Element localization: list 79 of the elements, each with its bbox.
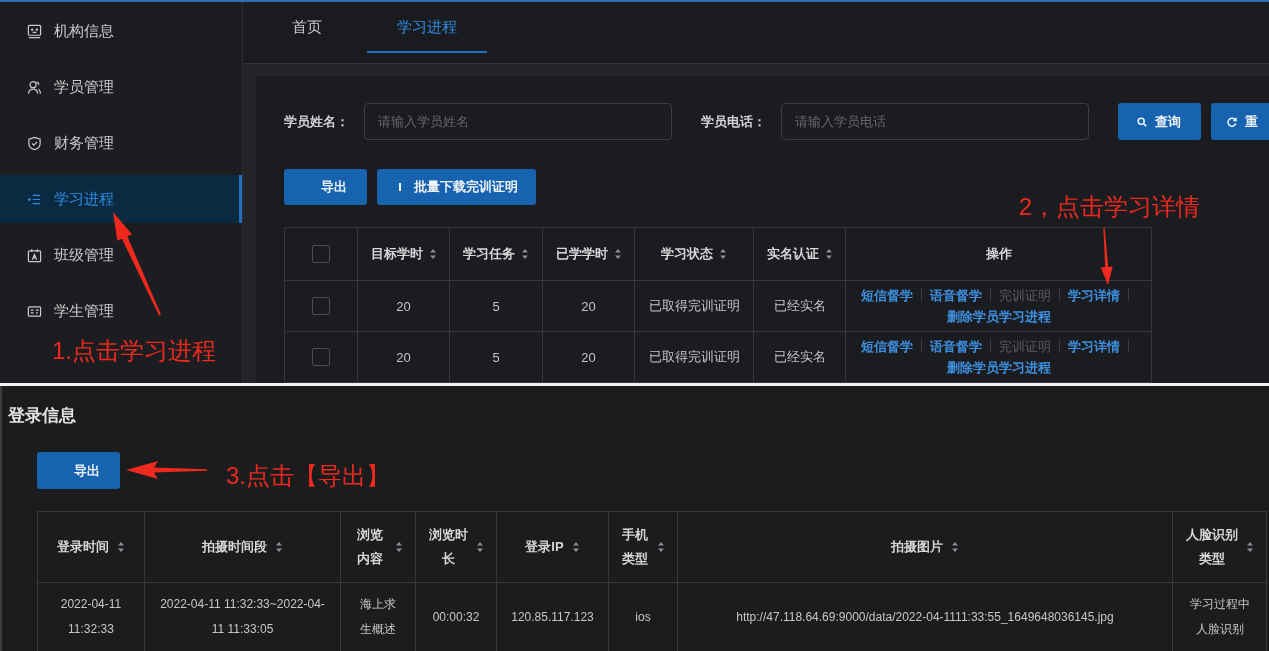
- checkbox[interactable]: [312, 245, 330, 263]
- table-cell: 20: [542, 331, 635, 383]
- export-button[interactable]: 导出: [37, 452, 120, 489]
- field-label: 学员电话：: [701, 112, 767, 131]
- section-title: 登录信息: [8, 405, 76, 427]
- window-icon: [27, 23, 42, 39]
- column-header: 浏览内容: [356, 526, 384, 568]
- action-link[interactable]: 语音督学: [929, 339, 982, 354]
- table-cell: 20: [357, 331, 450, 383]
- action-link[interactable]: 短信督学: [860, 339, 913, 354]
- tab[interactable]: 首页: [247, 2, 367, 53]
- sidebar-item[interactable]: 学生管理: [0, 287, 242, 335]
- input-field[interactable]: 请输入学员姓名: [364, 103, 672, 140]
- column-header: 手机类型: [621, 526, 649, 568]
- sort-icon[interactable]: [571, 541, 580, 553]
- action-link[interactable]: 学习详情: [1067, 288, 1120, 303]
- calendar-icon: [27, 247, 42, 263]
- table-cell: 20: [542, 280, 635, 332]
- export-button[interactable]: 导出: [284, 169, 367, 205]
- line-icon: [399, 183, 401, 191]
- search-button[interactable]: 查询: [1118, 103, 1201, 140]
- sort-icon[interactable]: [476, 541, 484, 553]
- annotation-arrow: [1100, 228, 1113, 285]
- download-button[interactable]: 批量下载完训证明: [377, 169, 536, 205]
- table-cell: 20: [357, 280, 450, 332]
- column-header: 浏览时长: [428, 526, 468, 568]
- sort-icon[interactable]: [824, 248, 833, 260]
- search-icon: [1137, 116, 1147, 127]
- column-header: 目标学时: [370, 245, 423, 263]
- table-cell: 已经实名: [753, 280, 846, 332]
- sidebar-item[interactable]: 机构信息: [0, 7, 242, 55]
- column-header: 实名认证: [766, 245, 819, 263]
- column-header: 登录IP: [525, 538, 564, 556]
- field-label: 学员姓名：: [284, 112, 350, 131]
- sort-icon[interactable]: [613, 248, 622, 260]
- table-cell: 5: [449, 331, 543, 383]
- sort-icon[interactable]: [657, 541, 665, 553]
- table-cell: 已取得完训证明: [634, 280, 754, 332]
- action-link[interactable]: 短信督学: [860, 288, 913, 303]
- tab[interactable]: 学习进程: [367, 2, 487, 53]
- sort-icon[interactable]: [951, 541, 959, 553]
- sort-icon[interactable]: [521, 248, 529, 260]
- column-header: 登录时间: [57, 538, 109, 556]
- column-header: 学习任务: [463, 245, 515, 263]
- action-link[interactable]: 学习详情: [1067, 339, 1120, 354]
- sort-icon[interactable]: [428, 248, 437, 260]
- sidebar-item[interactable]: 学习进程: [0, 175, 242, 223]
- shield-check-icon: [27, 135, 42, 151]
- users-icon: [27, 79, 42, 95]
- column-header: 操作: [985, 245, 1012, 263]
- action-link[interactable]: 语音督学: [929, 288, 982, 303]
- checkbox[interactable]: [312, 348, 330, 366]
- annotation-text: 3.点击【导出】: [226, 461, 390, 490]
- column-header: 已学学时: [555, 245, 608, 263]
- sidebar-item[interactable]: 班级管理: [0, 231, 242, 279]
- annotation-text: 2，点击学习详情: [1018, 193, 1200, 221]
- checkbox[interactable]: [312, 297, 330, 315]
- sidebar-item[interactable]: 财务管理: [0, 119, 242, 167]
- table-cell: 2022-04-11 11:32:33: [37, 582, 145, 651]
- input-field[interactable]: 请输入学员电话: [781, 103, 1089, 140]
- action-link[interactable]: 删除学员学习进程: [946, 360, 1051, 375]
- sort-icon[interactable]: [117, 541, 125, 553]
- sort-icon[interactable]: [1246, 541, 1254, 553]
- sort-icon[interactable]: [395, 541, 403, 553]
- table-cell: 5: [449, 280, 543, 332]
- column-header: 学习状态: [661, 245, 713, 263]
- annotation-text: 1.点击学习进程: [52, 337, 216, 365]
- sidebar-item[interactable]: 学员管理: [0, 63, 242, 111]
- sort-icon[interactable]: [719, 248, 727, 260]
- id-card-icon: [27, 303, 42, 319]
- table-cell: 已经实名: [753, 331, 846, 383]
- reset-button[interactable]: 重: [1211, 103, 1269, 140]
- refresh-icon: [1227, 116, 1237, 127]
- column-header: 拍摄时间段: [202, 538, 267, 556]
- sort-icon[interactable]: [275, 541, 283, 553]
- action-link[interactable]: 删除学员学习进程: [946, 309, 1051, 324]
- column-header: 人脸识别类型: [1185, 526, 1238, 568]
- column-header: 拍摄图片: [891, 538, 943, 556]
- table-cell: 已取得完训证明: [634, 331, 754, 383]
